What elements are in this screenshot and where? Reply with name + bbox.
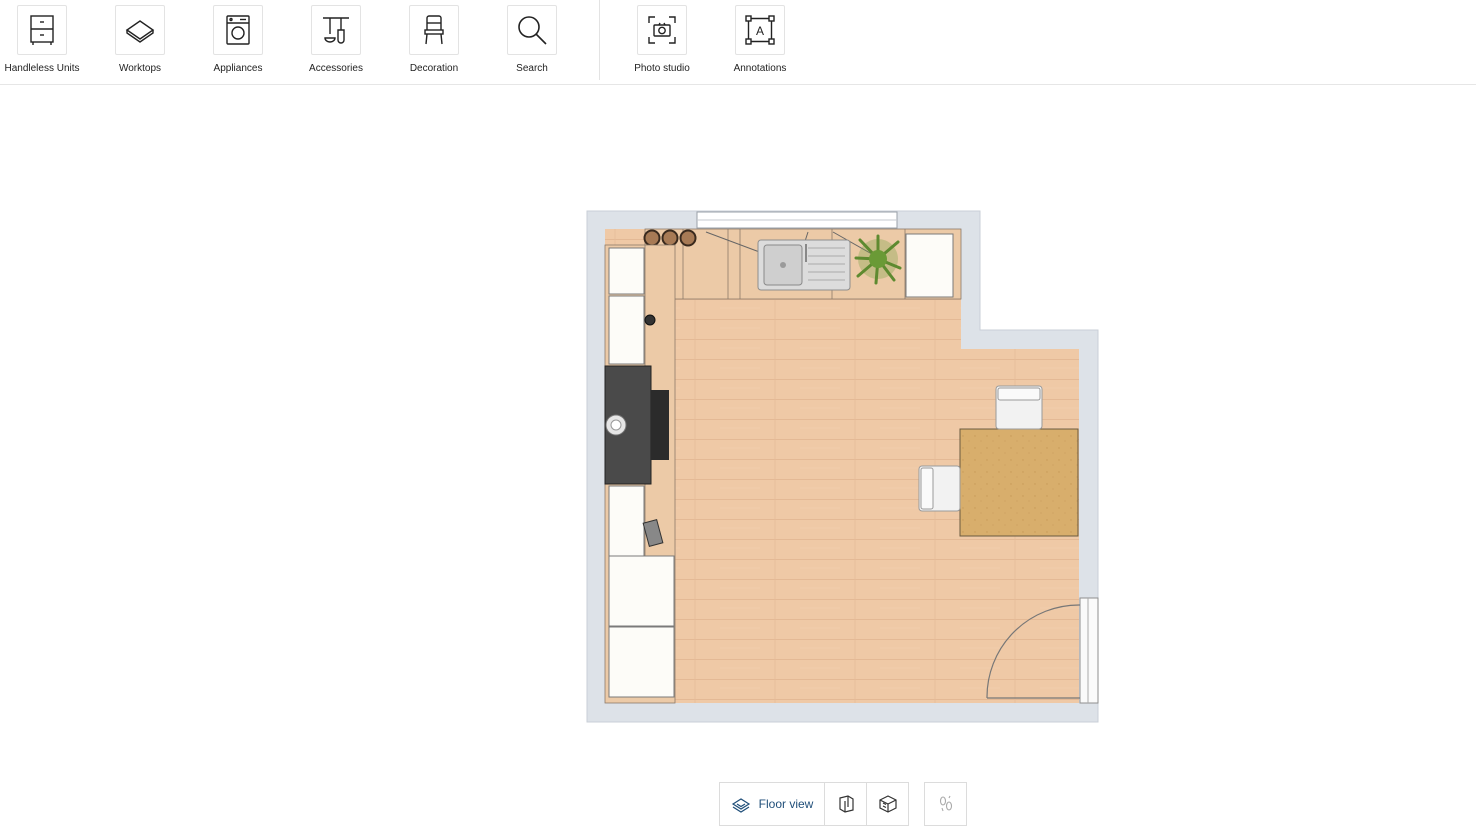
wall-view-button[interactable]	[825, 783, 867, 825]
view-switcher: Floor view	[719, 782, 909, 826]
floor-view-label: Floor view	[758, 797, 814, 811]
floor-plan-canvas[interactable]	[0, 0, 1476, 780]
3d-view-button[interactable]	[867, 783, 908, 825]
dining-table[interactable]	[959, 428, 1079, 537]
floor-view-button[interactable]: Floor view	[720, 783, 825, 825]
chair[interactable]	[918, 465, 961, 512]
accessory-pot[interactable]	[644, 314, 656, 326]
storage-jars[interactable]	[643, 229, 697, 247]
top-right-cabinet[interactable]	[905, 233, 954, 298]
sink[interactable]	[757, 239, 851, 291]
floor-view-icon	[731, 798, 750, 813]
wall-view-icon	[838, 795, 854, 813]
walkthrough-button[interactable]	[924, 782, 967, 826]
window[interactable]	[696, 211, 898, 229]
chair[interactable]	[995, 385, 1043, 430]
footsteps-icon	[939, 795, 952, 812]
3d-view-icon	[878, 795, 897, 813]
